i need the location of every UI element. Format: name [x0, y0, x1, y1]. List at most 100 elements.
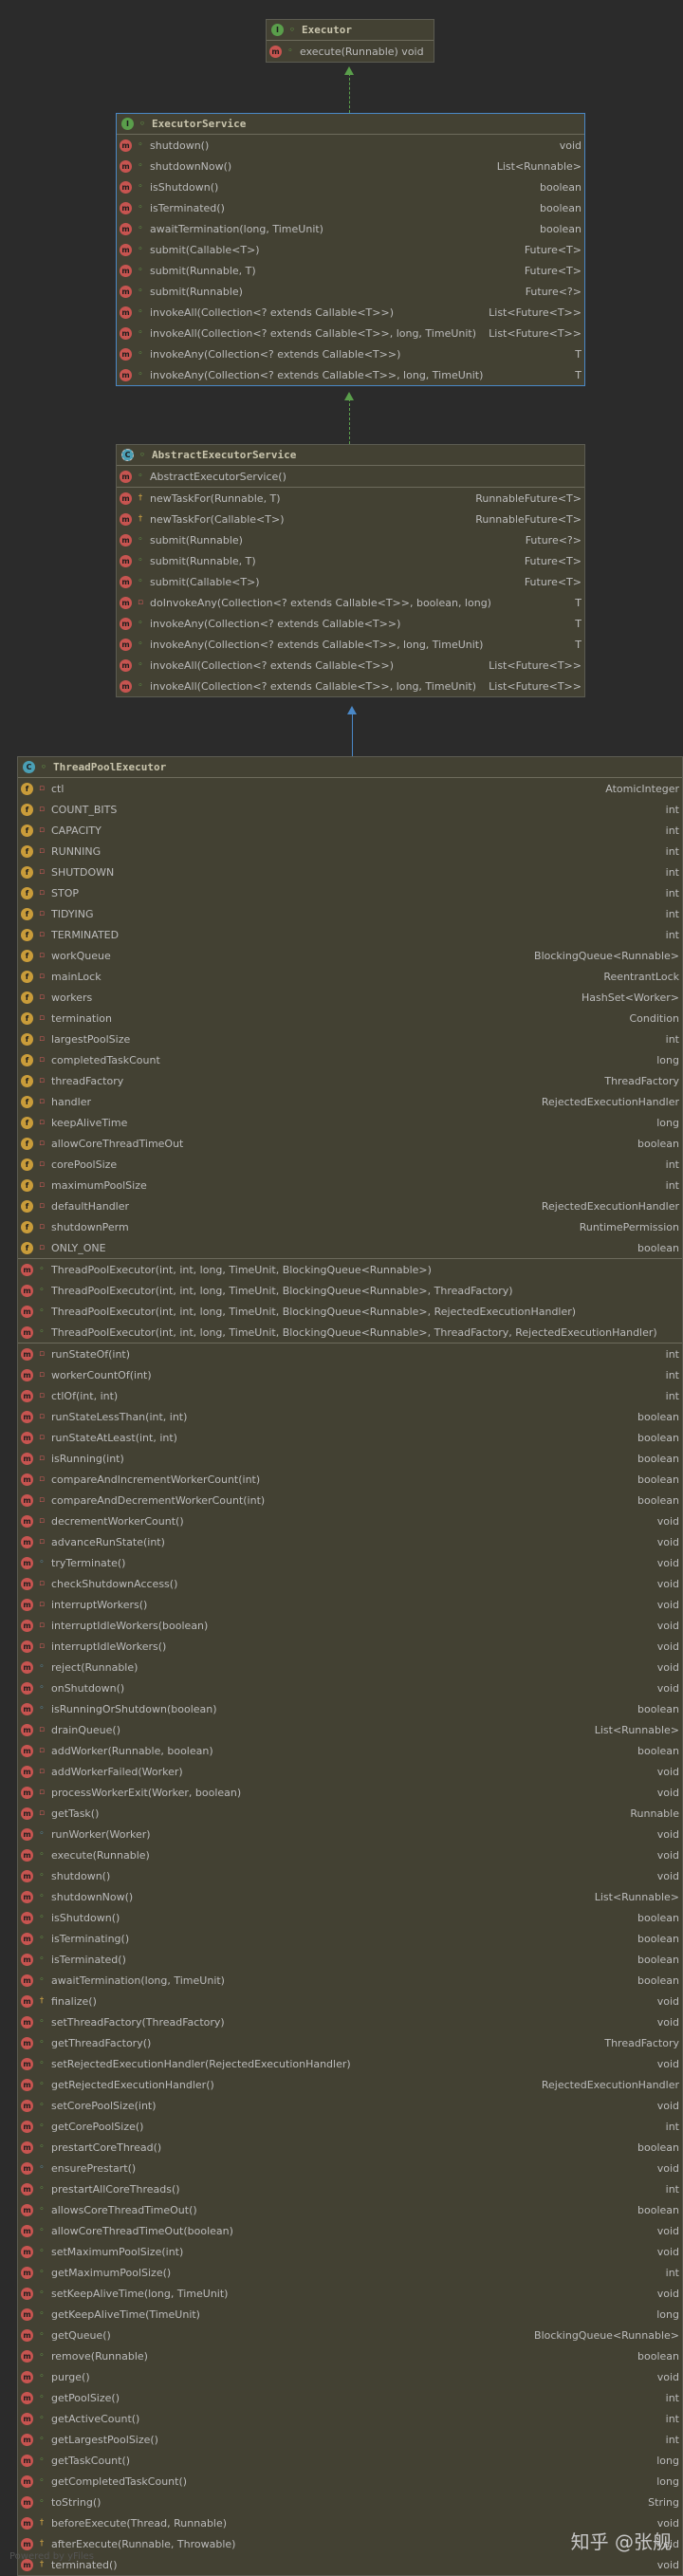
method-row[interactable]: m ◦ ThreadPoolExecutor(int, int, long, Tim…: [18, 1259, 682, 1280]
method-row[interactable]: m ◦ isTerminating() boolean: [18, 1928, 682, 1949]
method-row[interactable]: m ▫ decrementWorkerCount() void: [18, 1510, 682, 1531]
method-row[interactable]: m ◦ getTaskCount() long: [18, 2450, 682, 2471]
field-row[interactable]: f ▫ shutdownPerm RuntimePermission: [18, 1216, 682, 1237]
method-row[interactable]: m ◦ shutdown() void: [117, 135, 584, 156]
method-row[interactable]: m ◦ toString() String: [18, 2492, 682, 2512]
method-row[interactable]: m ▫ interruptIdleWorkers(boolean) void: [18, 1615, 682, 1636]
method-row[interactable]: m ◦ getLargestPoolSize() int: [18, 2429, 682, 2450]
method-row[interactable]: m ▫ addWorkerFailed(Worker) void: [18, 1761, 682, 1782]
method-row[interactable]: m ▫ advanceRunState(int) void: [18, 1531, 682, 1552]
field-row[interactable]: f ▫ STOP int: [18, 882, 682, 903]
method-row[interactable]: m ◦ getThreadFactory() ThreadFactory: [18, 2032, 682, 2053]
method-row[interactable]: m ◦ awaitTermination(long, TimeUnit) boolea…: [18, 1970, 682, 1991]
method-row[interactable]: m ◦ getRejectedExecutionHandler() RejectedE…: [18, 2074, 682, 2095]
method-row[interactable]: m ▫ getTask() Runnable: [18, 1803, 682, 1824]
field-row[interactable]: f ▫ corePoolSize int: [18, 1154, 682, 1175]
method-row[interactable]: m ◦ ThreadPoolExecutor(int, int, long, Tim…: [18, 1322, 682, 1343]
method-row[interactable]: m ◦ AbstractExecutorService(): [117, 466, 584, 487]
method-row[interactable]: m ▫ runStateAtLeast(int, int) boolean: [18, 1427, 682, 1448]
method-row[interactable]: m ▫ workerCountOf(int) int: [18, 1364, 682, 1385]
field-row[interactable]: f ▫ largestPoolSize int: [18, 1029, 682, 1049]
field-row[interactable]: f ▫ COUNT_BITS int: [18, 799, 682, 820]
method-row[interactable]: m ◦ isTerminated() boolean: [117, 197, 584, 218]
field-row[interactable]: f ▫ TIDYING int: [18, 903, 682, 924]
method-row[interactable]: m ◦ setRejectedExecutionHandler(RejectedEx…: [18, 2053, 682, 2074]
method-row[interactable]: m ▫ processWorkerExit(Worker, boolean) void: [18, 1782, 682, 1803]
field-row[interactable]: f ▫ termination Condition: [18, 1008, 682, 1029]
method-row[interactable]: m ◦ submit(Callable<T>) Future<T>: [117, 239, 584, 260]
method-row[interactable]: m ◦ execute(Runnable) void: [267, 41, 434, 62]
method-row[interactable]: m ◦ execute(Runnable) void: [18, 1844, 682, 1865]
method-row[interactable]: m ◦ reject(Runnable) void: [18, 1657, 682, 1677]
method-row[interactable]: m ◦ invokeAll(Collection<? extends Callabl…: [117, 655, 584, 676]
method-row[interactable]: m † newTaskFor(Callable<T>) RunnableFuture<…: [117, 509, 584, 529]
field-row[interactable]: f ▫ keepAliveTime long: [18, 1112, 682, 1133]
method-row[interactable]: m ▫ runStateLessThan(int, int) boolean: [18, 1406, 682, 1427]
field-row[interactable]: f ▫ ONLY_ONE boolean: [18, 1237, 682, 1258]
field-row[interactable]: f ▫ handler RejectedExecutionHandler: [18, 1091, 682, 1112]
method-row[interactable]: m † terminated() void: [18, 2554, 682, 2575]
executorservice-box[interactable]: I ◦ ExecutorService m ◦ shutdown() void m ◦ sh…: [116, 113, 585, 386]
method-row[interactable]: m ◦ getCompletedTaskCount() long: [18, 2471, 682, 2492]
method-row[interactable]: m ◦ tryTerminate() void: [18, 1552, 682, 1573]
method-row[interactable]: m ◦ invokeAll(Collection<? extends Callabl…: [117, 302, 584, 323]
method-row[interactable]: m ◦ prestartAllCoreThreads() int: [18, 2178, 682, 2199]
method-row[interactable]: m ◦ runWorker(Worker) void: [18, 1824, 682, 1844]
method-row[interactable]: m ◦ invokeAny(Collection<? extends Callabl…: [117, 613, 584, 634]
method-row[interactable]: m ▫ interruptWorkers() void: [18, 1594, 682, 1615]
abstractexecutorservice-box[interactable]: C ◦ AbstractExecutorService m ◦ AbstractEx…: [116, 444, 585, 697]
method-row[interactable]: m ▫ compareAndIncrementWorkerCount(int) boo…: [18, 1469, 682, 1490]
field-row[interactable]: f ▫ RUNNING int: [18, 841, 682, 862]
method-row[interactable]: m ◦ submit(Runnable) Future<?>: [117, 529, 584, 550]
method-row[interactable]: m ◦ remove(Runnable) boolean: [18, 2345, 682, 2366]
method-row[interactable]: m ◦ setThreadFactory(ThreadFactory) void: [18, 2011, 682, 2032]
field-row[interactable]: f ▫ TERMINATED int: [18, 924, 682, 945]
field-row[interactable]: f ▫ CAPACITY int: [18, 820, 682, 841]
field-row[interactable]: f ▫ SHUTDOWN int: [18, 862, 682, 882]
field-row[interactable]: f ▫ maximumPoolSize int: [18, 1175, 682, 1195]
method-row[interactable]: m ▫ drainQueue() List<Runnable>: [18, 1719, 682, 1740]
field-row[interactable]: f ▫ allowCoreThreadTimeOut boolean: [18, 1133, 682, 1154]
method-row[interactable]: m ▫ doInvokeAny(Collection<? extends Calla…: [117, 592, 584, 613]
method-row[interactable]: m ▫ runStateOf(int) int: [18, 1344, 682, 1364]
method-row[interactable]: m ▫ addWorker(Runnable, boolean) boolean: [18, 1740, 682, 1761]
method-row[interactable]: m ◦ submit(Runnable, T) Future<T>: [117, 260, 584, 281]
method-row[interactable]: m ◦ getCorePoolSize() int: [18, 2116, 682, 2137]
method-row[interactable]: m ◦ submit(Runnable, T) Future<T>: [117, 550, 584, 571]
threadpoolexecutor-box[interactable]: C ◦ ThreadPoolExecutor f ▫ ctl AtomicIntege…: [17, 756, 683, 2576]
method-row[interactable]: m ◦ invokeAny(Collection<? extends Callabl…: [117, 364, 584, 385]
method-row[interactable]: m ◦ isShutdown() boolean: [117, 176, 584, 197]
method-row[interactable]: m ▫ checkShutdownAccess() void: [18, 1573, 682, 1594]
method-row[interactable]: m ◦ isRunningOrShutdown(boolean) boolean: [18, 1698, 682, 1719]
method-row[interactable]: m ◦ onShutdown() void: [18, 1677, 682, 1698]
method-row[interactable]: m ◦ isTerminated() boolean: [18, 1949, 682, 1970]
field-row[interactable]: f ▫ ctl AtomicInteger: [18, 778, 682, 799]
method-row[interactable]: m ▫ interruptIdleWorkers() void: [18, 1636, 682, 1657]
method-row[interactable]: m ◦ getQueue() BlockingQueue<Runnable>: [18, 2325, 682, 2345]
method-row[interactable]: m ▫ ctlOf(int, int) int: [18, 1385, 682, 1406]
executor-box[interactable]: I ◦ Executor m ◦ execute(Runnable) void: [266, 19, 434, 63]
method-row[interactable]: m ◦ invokeAny(Collection<? extends Callabl…: [117, 343, 584, 364]
method-row[interactable]: m ▫ isRunning(int) boolean: [18, 1448, 682, 1469]
field-row[interactable]: f ▫ workQueue BlockingQueue<Runnable>: [18, 945, 682, 966]
method-row[interactable]: m ◦ shutdown() void: [18, 1865, 682, 1886]
method-row[interactable]: m ◦ allowsCoreThreadTimeOut() boolean: [18, 2199, 682, 2220]
method-row[interactable]: m ◦ setKeepAliveTime(long, TimeUnit) void: [18, 2283, 682, 2304]
field-row[interactable]: f ▫ mainLock ReentrantLock: [18, 966, 682, 987]
field-row[interactable]: f ▫ defaultHandler RejectedExecutionHandler: [18, 1195, 682, 1216]
method-row[interactable]: m ◦ prestartCoreThread() boolean: [18, 2137, 682, 2158]
method-row[interactable]: m ◦ setCorePoolSize(int) void: [18, 2095, 682, 2116]
method-row[interactable]: m ◦ awaitTermination(long, TimeUnit) boolea…: [117, 218, 584, 239]
method-row[interactable]: m ◦ shutdownNow() List<Runnable>: [18, 1886, 682, 1907]
method-row[interactable]: m ◦ getMaximumPoolSize() int: [18, 2262, 682, 2283]
method-row[interactable]: m ◦ allowCoreThreadTimeOut(boolean) void: [18, 2220, 682, 2241]
method-row[interactable]: m ◦ submit(Callable<T>) Future<T>: [117, 571, 584, 592]
method-row[interactable]: m ◦ isShutdown() boolean: [18, 1907, 682, 1928]
method-row[interactable]: m ◦ ensurePrestart() void: [18, 2158, 682, 2178]
method-row[interactable]: m ◦ getKeepAliveTime(TimeUnit) long: [18, 2304, 682, 2325]
method-row[interactable]: m ▫ compareAndDecrementWorkerCount(int) boo…: [18, 1490, 682, 1510]
method-row[interactable]: m ◦ getActiveCount() int: [18, 2408, 682, 2429]
method-row[interactable]: m ◦ purge() void: [18, 2366, 682, 2387]
method-row[interactable]: m ◦ submit(Runnable) Future<?>: [117, 281, 584, 302]
field-row[interactable]: f ▫ completedTaskCount long: [18, 1049, 682, 1070]
